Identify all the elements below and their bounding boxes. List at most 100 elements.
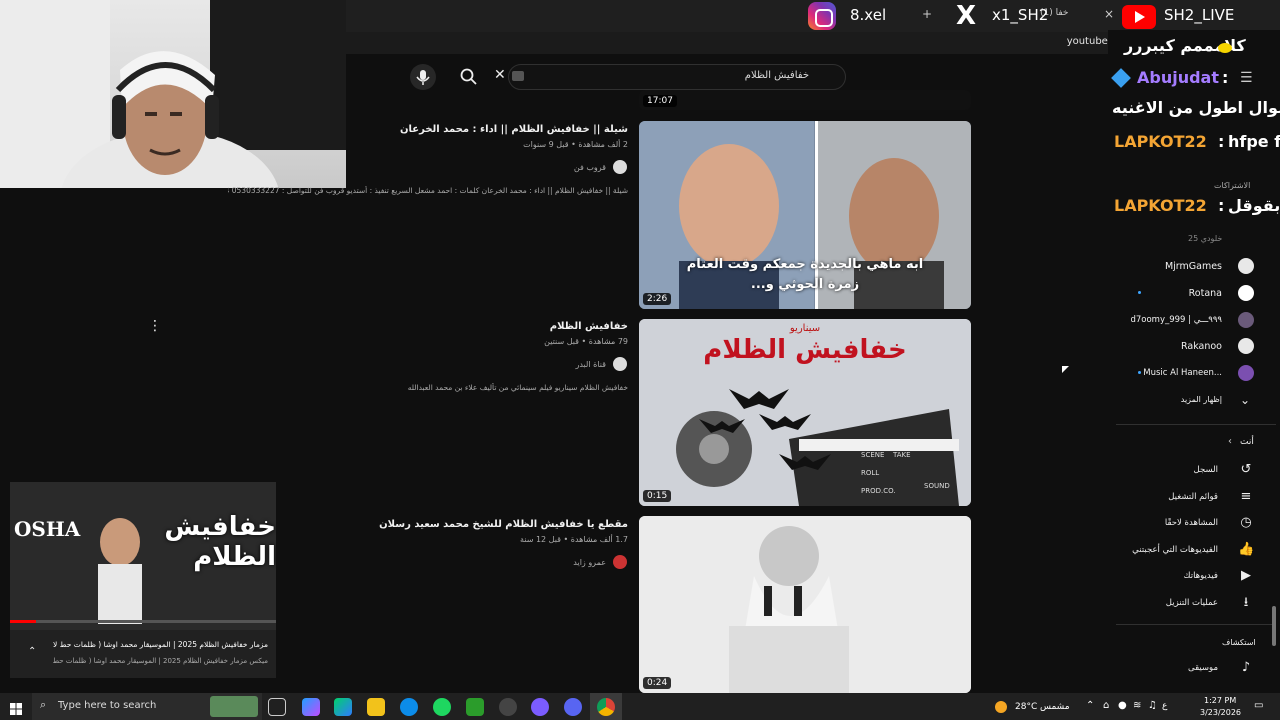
clear-search-button[interactable]: ✕ [494,67,506,83]
sub-avatar [1238,365,1254,381]
mini-thumb-name: OSHA [14,517,81,541]
tab-close-button[interactable]: × [1104,7,1114,21]
windows-start-icon[interactable] [10,700,22,715]
mini-title[interactable]: مزمار خفافيش الظلام 2025 | الموسيقار محم… [53,640,268,649]
mic-icon[interactable] [410,64,436,90]
subscriptions-header[interactable]: الاشتراكات [1214,181,1250,190]
file-explorer-icon[interactable] [367,698,385,716]
sub-avatar [1238,258,1254,274]
instagram-icon [808,2,836,30]
clapper-prod: PROD.CO. [861,487,896,495]
clapper-roll: ROLL [861,469,880,477]
duration-badge: 17:07 [643,95,677,107]
sub-item-rotana[interactable]: Rotana [1189,288,1222,299]
chat-message-text: الموال اطول من الاغنيه [1112,98,1280,117]
sub-item-mjrmgames[interactable]: MjrmGames [1165,261,1222,272]
nav-downloads[interactable]: عمليات التنزيل [1166,598,1218,608]
sub-partial[interactable]: خلودي 25 [1188,234,1222,243]
nav-your-videos[interactable]: فيديوهاتك [1184,571,1218,581]
new-tab-button[interactable]: + [922,7,932,21]
history-icon: ↺ [1240,462,1252,477]
menu-icon[interactable]: ☰ [1240,70,1253,86]
search-box[interactable]: خفافيش الظلام [508,64,846,90]
spotify-icon[interactable] [433,698,451,716]
tray-chevron-icon[interactable]: ⌃ [1086,700,1094,711]
video-thumbnail-2[interactable]: سيناريو خفافيش الظلام SCENE TAKE ROLL PR… [639,319,971,506]
keyboard-icon[interactable] [512,71,524,81]
miniplayer-info: مزمار خفافيش الظلام 2025 | الموسيقار محم… [10,630,276,678]
chevron-down-icon[interactable]: ⌄ [1240,393,1250,407]
nav-music[interactable]: موسيقى [1188,663,1218,673]
copilot-icon[interactable] [302,698,320,716]
taskbar-search-placeholder: Type here to search [58,700,157,711]
taskbar-search[interactable]: ⌕ Type here to search [32,693,262,720]
webcam-feed [0,0,346,188]
chevron-left-icon: ‹ [1228,436,1232,447]
clapper-take: TAKE [893,451,911,459]
play-store-icon[interactable] [334,698,352,716]
app-icon[interactable] [531,698,549,716]
thumb-caption-line1: ابه ماهي بالجديدة جمعكم وقت العتام [686,257,924,272]
video-title-3[interactable]: مقطع يا خفافيش الظلام للشيخ محمد سعيد رس… [379,519,628,530]
show-more-link[interactable]: إظهار المزيد [1181,395,1222,404]
x-logo-icon: X [955,1,977,31]
thumb-title: خفافيش الظلام [703,335,907,365]
video-title-1[interactable]: شيلة || خفافيش الظلام || اداء : محمد الخ… [400,124,628,135]
nav-watch-later[interactable]: المشاهدة لاحقًا [1165,518,1218,528]
new-content-dot [1138,371,1141,374]
channel-name-2[interactable]: قناة البدر [575,360,606,369]
sub-avatar [1238,338,1254,354]
nav-liked[interactable]: الفيديوهات التي أعجبتني [1132,545,1218,555]
weather-text[interactable]: مشمس [1040,702,1070,712]
channel-avatar[interactable] [613,555,627,569]
discord-icon[interactable] [564,698,582,716]
instagram-name: 8.xel [850,6,887,24]
mic-icon[interactable]: ● [1118,700,1127,711]
search-input[interactable]: خفافيش الظلام [745,70,809,81]
video-meta-3: 1.7 ألف مشاهدة • قبل 12 سنة [519,535,628,544]
mouse-cursor [1062,366,1069,373]
edge-icon[interactable] [400,698,418,716]
you-header[interactable]: أنت [1240,437,1254,447]
network-icon[interactable]: ⌂ [1103,700,1109,711]
task-view-icon[interactable] [268,698,286,716]
xbox-icon[interactable] [466,698,484,716]
search-icon: ⌕ [40,698,47,711]
mini-thumb-title: خفافيش الظلام [164,512,276,572]
notification-icon[interactable]: ▭ [1254,700,1263,711]
video-meta-2: 79 مشاهدة • قبل سنتين [544,337,628,346]
sub-item-music-al-haneen[interactable]: Music Al Haneen... [1143,368,1222,378]
channel-name-1[interactable]: قروب فن [574,163,606,172]
video-thumbnail[interactable]: 17:07 [639,90,971,110]
explore-header: استكشاف [1222,638,1256,647]
weather-sun-icon [995,701,1007,713]
video-thumbnail-3[interactable]: 0:24 [639,516,971,693]
video-title-2[interactable]: خفافيش الظلام [550,321,628,332]
more-options-icon[interactable]: ⋮ [148,318,162,334]
language-indicator[interactable]: ع [1162,701,1167,711]
duration-badge: 0:24 [643,677,672,689]
channel-name-3[interactable]: عمرو زايد [573,558,606,567]
clock-time[interactable]: 1:27 PM [1204,696,1236,705]
video-thumbnail-1[interactable]: ابه ماهي بالجديدة جمعكم وقت العتام زمرة … [639,121,971,309]
download-icon: ⭳ [1243,595,1249,610]
weather-temp[interactable]: 28°C [1015,702,1037,712]
chrome-icon[interactable] [597,698,615,716]
new-content-dot [1138,291,1141,294]
sub-item-rakanoo[interactable]: Rakanoo [1181,341,1222,352]
nav-history[interactable]: السجل [1194,465,1218,475]
obs-icon[interactable] [499,698,517,716]
sidebar-scrollbar[interactable] [1272,606,1276,646]
nav-playlists[interactable]: قوائم التشغيل [1168,492,1218,502]
expand-icon[interactable]: ⌃ [28,646,36,657]
volume-icon[interactable]: ♫ [1148,700,1157,711]
miniplayer[interactable]: OSHA خفافيش الظلام [10,482,276,630]
chat-message-text: hfpe fr,rg [1228,132,1280,151]
clock-date[interactable]: 3/23/2026 [1200,708,1241,717]
channel-avatar[interactable] [613,160,627,174]
sub-item-d7oomy[interactable]: d7oomy_999 | ٩٩٩ـــي [1130,315,1222,325]
wifi-icon[interactable]: ≋ [1133,700,1141,711]
channel-avatar[interactable] [613,357,627,371]
search-icon[interactable] [459,67,479,87]
sub-avatar [1238,285,1254,301]
